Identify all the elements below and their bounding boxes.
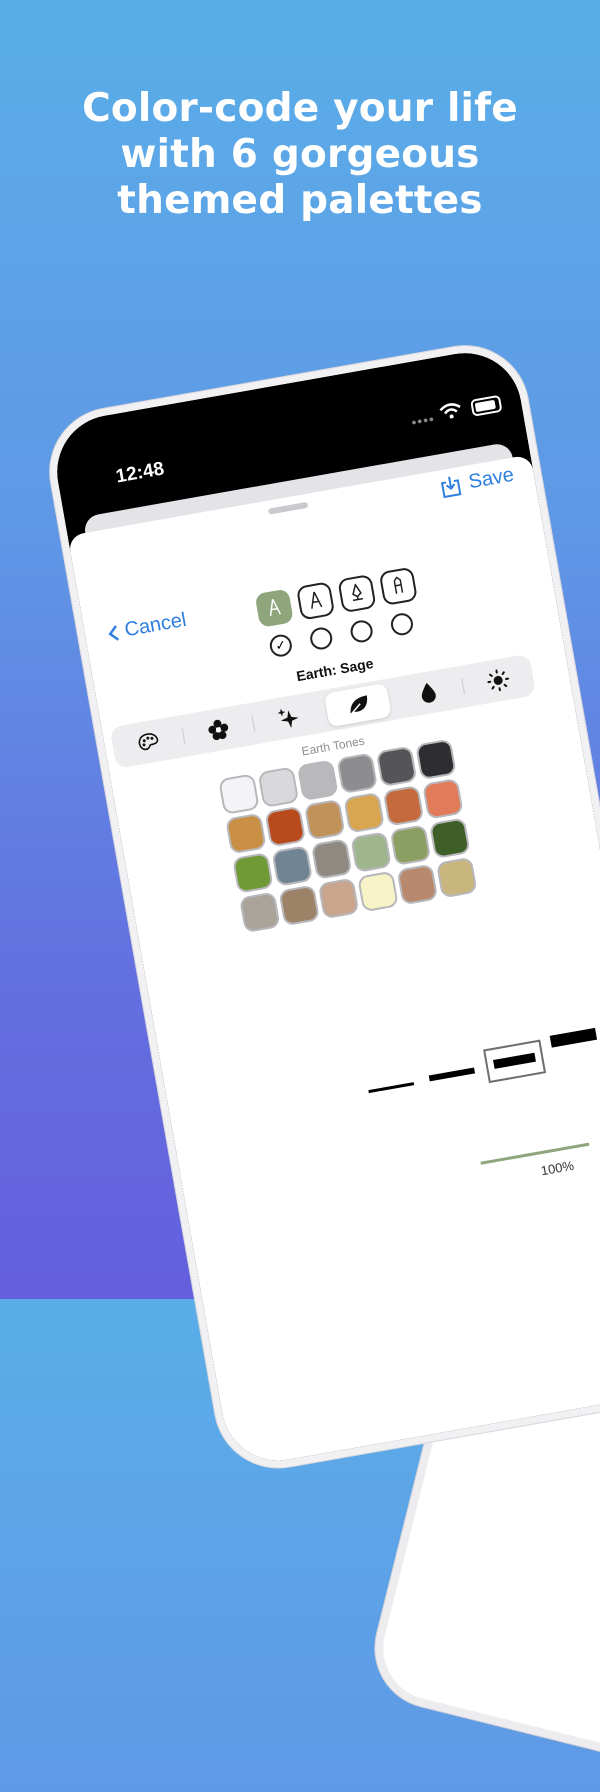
- color-swatch[interactable]: [218, 773, 260, 815]
- color-swatch[interactable]: [343, 791, 385, 834]
- cancel-button[interactable]: Cancel: [105, 609, 188, 646]
- tab-leaf[interactable]: [323, 682, 392, 728]
- leaf-icon: [348, 695, 367, 717]
- radio-tool-3[interactable]: [348, 618, 375, 645]
- color-swatch-grid: [218, 738, 478, 934]
- color-swatch[interactable]: [296, 759, 339, 802]
- color-swatch[interactable]: [428, 817, 471, 860]
- color-swatch[interactable]: [336, 752, 379, 795]
- battery-icon: [470, 394, 503, 417]
- stroke-width-1[interactable]: [368, 1082, 415, 1094]
- sheet-grabber[interactable]: [267, 501, 309, 515]
- color-swatch[interactable]: [375, 745, 418, 788]
- tool-crayon[interactable]: [378, 566, 419, 606]
- tool-pen[interactable]: [337, 573, 377, 614]
- stroke-width-4[interactable]: [549, 1027, 598, 1048]
- marker-icon: [311, 591, 323, 609]
- color-swatch[interactable]: [238, 891, 281, 934]
- signal-dots: ••••: [410, 410, 437, 431]
- pencil-tip-icon: [269, 598, 282, 617]
- headline-line-3: themed palettes: [117, 178, 483, 223]
- color-swatch[interactable]: [271, 845, 314, 887]
- color-swatch[interactable]: [317, 877, 360, 920]
- tool-marker[interactable]: [295, 581, 336, 621]
- color-swatch[interactable]: [257, 766, 300, 809]
- headline-line-2: with 6 gorgeous: [120, 132, 480, 177]
- headline-line-1: Color-code your life: [82, 86, 518, 131]
- save-button[interactable]: Save: [439, 463, 516, 499]
- color-swatch[interactable]: [350, 831, 392, 873]
- sparkles-icon: [277, 708, 299, 729]
- color-swatch[interactable]: [389, 824, 432, 866]
- flower-icon: [207, 719, 228, 741]
- radio-tool-4[interactable]: [389, 611, 415, 637]
- radio-tool-1[interactable]: ✓: [268, 632, 294, 659]
- stroke-width-3: [493, 1052, 536, 1069]
- stroke-width-picker: [362, 1008, 600, 1112]
- pen-nib-icon: [352, 582, 364, 602]
- cancel-label: Cancel: [122, 608, 189, 642]
- tab-sparkles[interactable]: [254, 695, 322, 739]
- color-swatch[interactable]: [264, 805, 307, 848]
- sun-icon: [486, 669, 509, 692]
- headline: Color-code your life with 6 gorgeous the…: [0, 86, 600, 224]
- palette-icon: [138, 733, 158, 751]
- stroke-width-2[interactable]: [428, 1067, 476, 1082]
- drop-icon: [421, 682, 436, 703]
- tab-drop[interactable]: [394, 671, 462, 715]
- color-swatch[interactable]: [415, 738, 457, 781]
- wifi-icon: [439, 403, 461, 419]
- status-time: 12:48: [114, 458, 166, 488]
- chevron-left-icon: [108, 624, 119, 641]
- color-swatch[interactable]: [435, 856, 478, 899]
- stroke-width-3-selected[interactable]: [483, 1039, 547, 1084]
- tool-pencil[interactable]: [254, 588, 294, 628]
- color-swatch[interactable]: [303, 798, 346, 841]
- color-swatch[interactable]: [382, 784, 425, 827]
- palette-editor-sheet: Save Cancel ✓ Earth: Sage Earth Tones 10…: [67, 454, 600, 1470]
- zoom-label: 100%: [539, 1157, 576, 1179]
- color-swatch[interactable]: [232, 852, 274, 894]
- color-swatch[interactable]: [422, 777, 464, 820]
- color-swatch[interactable]: [310, 838, 353, 880]
- color-swatch[interactable]: [225, 812, 267, 855]
- color-swatch[interactable]: [396, 863, 439, 906]
- phone-frame: 12:48 •••• Save Cancel ✓ Earth: Sage Ear…: [40, 335, 600, 1478]
- save-icon: [441, 476, 462, 498]
- tab-flower[interactable]: [184, 708, 252, 752]
- tab-palette[interactable]: [114, 720, 182, 764]
- color-swatch[interactable]: [357, 870, 399, 913]
- save-label: Save: [466, 463, 516, 494]
- radio-tool-2[interactable]: [308, 625, 334, 652]
- crayon-icon: [393, 576, 404, 594]
- color-swatch[interactable]: [278, 884, 321, 927]
- tab-sun[interactable]: [464, 658, 532, 702]
- phone-screen: 12:48 •••• Save Cancel ✓ Earth: Sage Ear…: [48, 344, 600, 1470]
